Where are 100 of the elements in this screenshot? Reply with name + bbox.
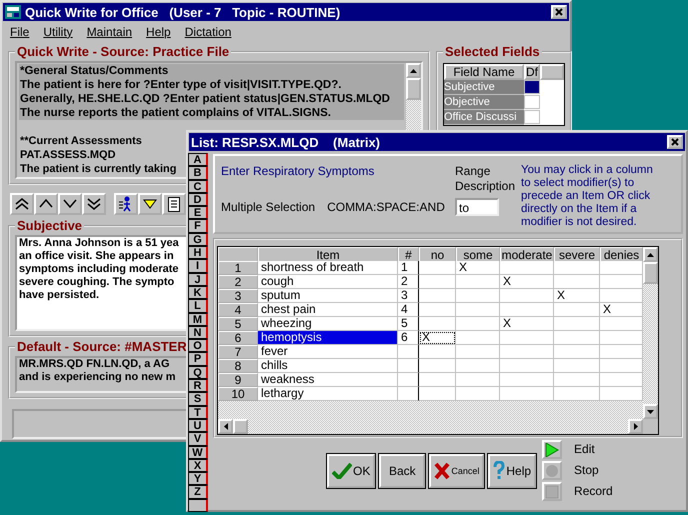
table-cell[interactable] [600,387,643,401]
move-up-button[interactable] [34,193,58,215]
table-cell[interactable] [600,373,643,387]
letter-tab[interactable]: T [188,406,208,419]
letter-tab[interactable]: G [188,232,208,246]
row-header[interactable]: 6 [218,331,258,345]
back-button[interactable]: Back [379,454,426,488]
letter-tab[interactable]: S [188,392,208,406]
table-cell[interactable] [456,289,500,303]
letter-tab[interactable]: K [188,286,208,300]
scrollbar-thumb[interactable] [233,419,248,434]
table-cell[interactable] [600,289,643,303]
scroll-left-button[interactable] [218,419,233,434]
table-cell[interactable] [419,345,456,359]
table-cell[interactable] [419,373,456,387]
menu-item[interactable]: Utility [43,25,73,39]
letter-tab[interactable]: Q [188,366,208,380]
column-header[interactable]: Field Name [444,64,524,80]
table-cell[interactable]: shortness of breath [258,261,398,275]
row-header[interactable]: 5 [218,317,258,331]
table-cell[interactable] [419,359,456,373]
menu-item[interactable]: File [10,25,30,39]
table-cell[interactable]: cough [258,275,398,289]
menu-item[interactable]: Maintain [86,25,132,39]
table-cell[interactable]: chills [258,359,398,373]
table-cell[interactable] [419,387,456,401]
table-cell[interactable]: weakness [258,373,398,387]
letter-tab[interactable]: V [188,432,208,446]
input-field[interactable]: to [455,198,499,216]
table-cell[interactable]: X [554,289,600,303]
scrollbar-thumb[interactable] [406,78,421,100]
table-cell[interactable] [600,275,643,289]
move-top-button[interactable] [10,193,34,215]
letter-tab[interactable]: L [188,299,208,313]
table-cell[interactable] [500,373,554,387]
list-button[interactable] [162,193,186,215]
letter-tab[interactable]: D [188,192,208,206]
table-cell[interactable] [456,303,500,317]
column-header[interactable]: Df [524,64,540,80]
table-cell[interactable]: wheezing [258,317,398,331]
row-header[interactable]: 4 [218,303,258,317]
table-cell[interactable]: X [500,317,554,331]
table-cell[interactable]: fever [258,345,398,359]
table-cell[interactable]: X [456,261,500,275]
letter-tab[interactable]: A [188,153,208,166]
letter-tab[interactable]: I [188,259,208,273]
row-header[interactable]: 8 [218,359,258,373]
scrollbar[interactable] [218,419,658,434]
letter-tab[interactable]: R [188,379,208,392]
table-cell[interactable]: sputum [258,289,398,303]
table-cell[interactable] [600,359,643,373]
letter-tab[interactable]: H [188,246,208,260]
move-down-button[interactable] [58,193,82,215]
table-cell[interactable] [600,331,643,345]
table-cell[interactable] [456,331,500,345]
table-cell[interactable] [500,261,554,275]
letter-tab[interactable]: F [188,219,208,233]
letter-tab[interactable]: X [188,458,208,472]
table-cell[interactable] [500,387,554,401]
row-header[interactable]: 3 [218,289,258,303]
scroll-up-button[interactable] [643,247,658,262]
ok-button[interactable]: OK [327,454,376,488]
table-cell[interactable] [554,387,600,401]
menu-item[interactable]: Help [146,25,171,39]
letter-tab[interactable]: U [188,418,208,432]
scroll-down-button[interactable] [643,404,658,419]
move-bottom-button[interactable] [82,193,106,215]
table-cell[interactable] [419,289,456,303]
letter-tab[interactable]: M [188,312,208,326]
table-cell[interactable] [456,373,500,387]
letter-tab[interactable]: O [188,339,208,352]
letter-tab[interactable]: B [188,166,208,180]
menu-item[interactable]: Dictation [184,25,232,39]
letter-tab[interactable]: Z [188,485,208,499]
scroll-right-button[interactable] [628,419,643,434]
table-cell[interactable]: chest pain [258,303,398,317]
table-cell[interactable] [456,387,500,401]
table-cell[interactable] [554,261,600,275]
table-cell[interactable] [500,303,554,317]
table-cell[interactable] [524,95,540,109]
table-cell[interactable]: X [500,275,554,289]
letter-tab[interactable]: N [188,326,208,340]
table-cell[interactable] [500,331,554,345]
table-cell[interactable] [500,345,554,359]
scroll-up-button[interactable] [406,63,421,78]
letter-tab[interactable]: W [188,446,208,459]
table-cell[interactable] [600,317,643,331]
table-cell[interactable]: lethargy [258,387,398,401]
table-cell[interactable] [554,373,600,387]
play-button[interactable] [542,440,562,459]
table-cell[interactable] [456,317,500,331]
row-header[interactable]: 2 [218,275,258,289]
table-cell[interactable] [554,317,600,331]
table-cell[interactable]: X [419,331,456,345]
letter-tab[interactable]: C [188,180,208,193]
row-header[interactable]: 9 [218,373,258,387]
table-cell[interactable]: hemoptysis [258,331,398,345]
table-cell[interactable]: X [600,303,643,317]
table-cell[interactable] [500,359,554,373]
table-cell[interactable] [456,345,500,359]
